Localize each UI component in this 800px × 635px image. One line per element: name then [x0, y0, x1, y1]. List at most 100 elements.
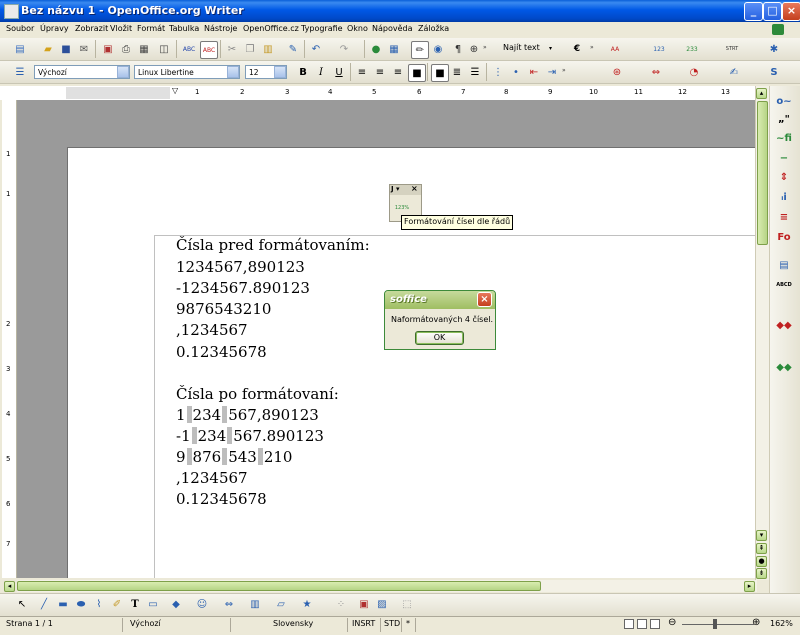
dialog-close-icon[interactable]: × [477, 292, 492, 307]
ligature-fi-icon[interactable]: ~fi [773, 133, 795, 149]
menu-format[interactable]: Formát [137, 24, 165, 33]
case-change-icon[interactable]: AA [607, 41, 623, 57]
basic-shapes-icon[interactable]: ◆ [168, 596, 184, 612]
justify-icon[interactable]: ■ [408, 64, 426, 82]
font-name-dropdown-icon[interactable] [227, 66, 239, 78]
number-format-icon[interactable]: 123 [651, 41, 667, 57]
zoom-slider-track[interactable] [682, 624, 754, 625]
previous-page-icon[interactable]: ⇞ [756, 543, 767, 554]
menu-openoffice-cz[interactable]: OpenOffice.cz [243, 24, 299, 33]
freeform-icon[interactable]: ✐ [109, 596, 125, 612]
script-s-icon[interactable]: S [766, 64, 782, 80]
save-icon[interactable]: ■ [58, 41, 74, 57]
new-document-icon[interactable]: ▤ [12, 41, 28, 57]
export-pdf-icon[interactable]: ▣ [100, 41, 116, 57]
after-line[interactable]: 1 234 567,890123 [176, 406, 319, 424]
text-tool-icon[interactable]: T [127, 596, 143, 612]
print-preview-icon[interactable]: ▦ [136, 41, 152, 57]
zoom-icon[interactable]: ⊕ [466, 41, 482, 57]
euro-converter-icon[interactable]: € [569, 41, 585, 57]
before-line[interactable]: 9876543210 [176, 300, 271, 318]
arrow-up-down-icon[interactable]: ⇕ [773, 172, 795, 188]
increase-indent-icon[interactable]: ⇥ [544, 64, 560, 80]
font-name-combo[interactable]: Linux Libertine [134, 65, 240, 79]
binoculars-red-icon[interactable]: ◆◆ [773, 320, 795, 336]
menu-zalozka[interactable]: Záložka [418, 24, 449, 33]
insert-mode[interactable]: INSRT [352, 619, 375, 628]
menu-soubor[interactable]: Soubor [6, 24, 34, 33]
indent-marker-icon[interactable]: ▽ [172, 86, 178, 95]
cut-icon[interactable]: ✂ [224, 41, 240, 57]
zoom-level[interactable]: 162% [770, 619, 793, 628]
floating-toolbar-menu-icon[interactable]: J ▾ [391, 185, 400, 193]
bold-button[interactable]: B [295, 64, 311, 80]
ok-button[interactable]: OK [415, 331, 464, 345]
font-size-dropdown-icon[interactable] [274, 66, 286, 78]
menu-nastroje[interactable]: Nástroje [204, 24, 237, 33]
menu-okno[interactable]: Okno [347, 24, 368, 33]
stars-icon[interactable]: ★ [299, 596, 315, 612]
download-update-icon[interactable] [772, 24, 784, 35]
polygon-icon[interactable]: ⌇ [91, 596, 107, 612]
view-book-icon[interactable] [650, 619, 660, 629]
superscript-icon[interactable]: ≡ [773, 212, 795, 228]
autospellcheck-icon[interactable]: ABC [200, 41, 218, 59]
clone-format-icon[interactable]: ✎ [285, 41, 301, 57]
line-spacing-15-icon[interactable]: ≣ [449, 64, 465, 80]
table-icon[interactable]: ▦ [386, 41, 402, 57]
edit-note-icon[interactable]: ✍ [726, 64, 742, 80]
points-icon[interactable]: ⁘ [333, 596, 349, 612]
scroll-up-icon[interactable]: ▴ [756, 88, 767, 99]
italic-button[interactable]: I [313, 64, 329, 80]
zoom-out-icon[interactable]: ⊖ [668, 617, 676, 628]
numbering-icon[interactable]: ⋮ [490, 64, 506, 80]
print-icon[interactable]: ⎙ [118, 41, 134, 57]
subscript-i-icon[interactable]: ᵢi [773, 192, 795, 208]
menu-zobrazit[interactable]: Zobrazit [75, 24, 108, 33]
typography-icon[interactable]: ⊛ [609, 64, 625, 80]
after-line[interactable]: 0.12345678 [176, 490, 267, 508]
copy-icon[interactable]: ❐ [242, 41, 258, 57]
menu-vlozit[interactable]: Vložit [110, 24, 132, 33]
underline-button[interactable]: U [331, 64, 347, 80]
spellcheck-icon[interactable]: ABC [181, 41, 197, 57]
callouts-icon[interactable]: ▱ [273, 596, 289, 612]
clock-icon[interactable]: ◔ [686, 64, 702, 80]
heading-before[interactable]: Čísla pred formátovaním: [176, 236, 370, 254]
hyphen-icon[interactable]: − [773, 153, 795, 169]
menu-tabulka[interactable]: Tabulka [169, 24, 199, 33]
align-right-icon[interactable]: ≡ [390, 64, 406, 80]
zoom-in-icon[interactable]: ⊕ [752, 617, 760, 628]
scroll-right-icon[interactable]: ▸ [744, 581, 755, 592]
page-preview-icon[interactable]: ◫ [156, 41, 172, 57]
view-single-page-icon[interactable] [624, 619, 634, 629]
nonprinting-chars-icon[interactable]: ¶ [450, 41, 466, 57]
extensions-icon[interactable]: ✱ [766, 41, 782, 57]
before-line[interactable]: ,1234567 [176, 321, 248, 339]
toolbar2-overflow-icon[interactable]: » [590, 44, 594, 51]
hyperlink-icon[interactable]: ● [368, 41, 384, 57]
arrows-icon[interactable]: ⇔ [648, 64, 664, 80]
formatting-overflow-icon[interactable]: » [562, 67, 566, 74]
selection-mode[interactable]: STD [384, 619, 400, 628]
toolbar-overflow-icon[interactable]: » [483, 44, 487, 51]
abcd-icon[interactable]: ABCD [773, 282, 795, 298]
styles-formatting-icon[interactable]: ☰ [12, 64, 28, 80]
paste-icon[interactable]: ▥ [260, 41, 276, 57]
draw-functions-icon[interactable]: ✏ [411, 41, 429, 59]
flowchart-icon[interactable]: ▥ [247, 596, 263, 612]
find-dropdown-arrow-icon[interactable]: ▾ [549, 45, 552, 52]
symbol-shapes-icon[interactable]: ☺ [194, 596, 210, 612]
close-button[interactable]: × [782, 2, 800, 21]
line-icon[interactable]: ╱ [36, 596, 52, 612]
language[interactable]: Slovensky [273, 619, 313, 628]
block-arrows-icon[interactable]: ⇔ [221, 596, 237, 612]
paragraph-style-combo[interactable]: Výchozí [34, 65, 130, 79]
minimize-button[interactable]: _ [744, 2, 763, 21]
before-line[interactable]: 0.12345678 [176, 343, 267, 361]
binoculars-green-icon[interactable]: ◆◆ [773, 362, 795, 378]
page-style[interactable]: Výchozí [130, 619, 161, 628]
vertical-scroll-thumb[interactable] [757, 101, 768, 245]
navigation-icon[interactable]: ● [756, 556, 767, 567]
quotes-icon[interactable]: „" [773, 114, 795, 130]
